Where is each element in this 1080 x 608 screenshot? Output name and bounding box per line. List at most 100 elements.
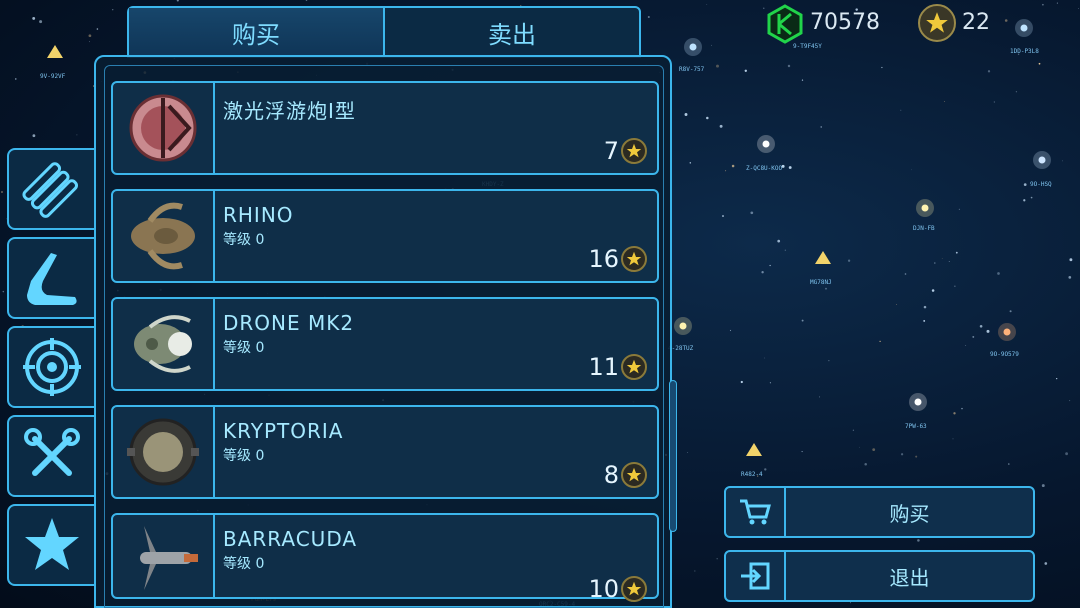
star-dot bbox=[719, 124, 723, 128]
star-dot bbox=[1056, 2, 1058, 4]
warning-icon[interactable] bbox=[815, 251, 831, 264]
exit-button[interactable]: 退出 bbox=[724, 550, 1035, 602]
star-dot bbox=[764, 468, 767, 471]
item-thumbnail bbox=[113, 83, 215, 173]
star-dot bbox=[787, 64, 791, 68]
warning-icon[interactable] bbox=[746, 443, 762, 456]
star-dot bbox=[769, 382, 771, 384]
buy-button[interactable]: 购买 bbox=[724, 486, 1035, 538]
star-dot bbox=[1062, 160, 1063, 162]
star-currency-icon bbox=[621, 246, 647, 272]
category-wings[interactable] bbox=[7, 237, 94, 319]
exit-button-label: 退出 bbox=[889, 565, 930, 590]
star-dot bbox=[931, 289, 935, 292]
warning-icon[interactable] bbox=[47, 45, 63, 58]
category-targeting[interactable] bbox=[7, 326, 94, 408]
star-dot bbox=[849, 602, 851, 604]
map-sector-label: DJN-FB bbox=[913, 225, 935, 232]
shop-item[interactable]: DRONE MK2 等级 0 11 bbox=[111, 297, 659, 391]
star-dot bbox=[934, 262, 936, 264]
map-sector-label: 9V-92VF bbox=[40, 73, 66, 80]
bright-star[interactable] bbox=[762, 140, 770, 148]
star-dot bbox=[1056, 378, 1058, 380]
exit-icon bbox=[726, 552, 786, 600]
shop-item[interactable]: KRYPTORIA 等级 0 8 bbox=[111, 405, 659, 499]
star-dot bbox=[972, 335, 975, 338]
item-thumbnail bbox=[113, 407, 215, 497]
category-weapons[interactable] bbox=[7, 148, 94, 230]
star-dot bbox=[711, 44, 712, 46]
item-price: 11 bbox=[588, 353, 647, 381]
star-dot bbox=[819, 396, 821, 398]
star-dot bbox=[716, 558, 718, 560]
item-thumbnail bbox=[113, 515, 215, 597]
item-name: RHINO bbox=[223, 203, 294, 227]
shop-item[interactable]: BARRACUDA 等级 0 10 bbox=[111, 513, 659, 603]
star-dot bbox=[788, 166, 792, 169]
shop-item[interactable]: 激光浮游炮I型 7 bbox=[111, 81, 659, 175]
star-dot bbox=[828, 360, 830, 362]
wing-icon bbox=[26, 253, 77, 305]
barracuda-ship-icon bbox=[140, 526, 198, 590]
bright-star[interactable] bbox=[1003, 328, 1011, 336]
star-currency-icon bbox=[621, 576, 647, 602]
star-dot bbox=[941, 257, 943, 259]
star-dot bbox=[694, 570, 696, 572]
star-dot bbox=[879, 340, 881, 343]
star-dot bbox=[952, 438, 954, 440]
star-dot bbox=[761, 271, 764, 274]
star-dot bbox=[722, 215, 724, 217]
bright-star[interactable] bbox=[921, 204, 929, 212]
category-favorites[interactable] bbox=[7, 504, 94, 586]
bright-star[interactable] bbox=[1038, 156, 1046, 164]
bright-star[interactable] bbox=[689, 43, 697, 51]
star-dot bbox=[689, 162, 692, 164]
tab-buy[interactable]: 购买 bbox=[129, 8, 383, 56]
star-dot bbox=[859, 446, 860, 448]
star-currency-icon bbox=[621, 354, 647, 380]
star-dot bbox=[915, 455, 918, 458]
price-value: 10 bbox=[588, 575, 619, 603]
star-dot bbox=[32, 134, 36, 138]
star-dot bbox=[769, 264, 771, 267]
map-sector-label: R482-4 bbox=[741, 471, 763, 478]
star-dot bbox=[1015, 91, 1018, 93]
star-dot bbox=[801, 79, 804, 81]
item-price: 8 bbox=[604, 461, 647, 489]
star-dot bbox=[1038, 62, 1041, 65]
star-dot bbox=[764, 357, 766, 359]
list-scrollbar[interactable] bbox=[669, 380, 677, 532]
bright-star[interactable] bbox=[1020, 24, 1028, 32]
item-level: 等级 0 bbox=[223, 232, 265, 248]
star-dot bbox=[852, 429, 855, 431]
star-dot bbox=[647, 15, 650, 19]
item-price: 7 bbox=[604, 137, 647, 165]
target-icon bbox=[22, 338, 81, 396]
bright-star[interactable] bbox=[679, 322, 687, 330]
star-dot bbox=[88, 34, 92, 38]
star-dot bbox=[954, 285, 956, 287]
star-dot bbox=[948, 261, 950, 262]
star-dot bbox=[744, 69, 747, 72]
star-currency-icon bbox=[621, 462, 647, 488]
bright-star[interactable] bbox=[914, 398, 922, 406]
rhino-ship-icon bbox=[131, 202, 195, 270]
star-dot bbox=[1068, 276, 1072, 279]
kryptoria-ship-icon bbox=[127, 418, 199, 486]
star-dot bbox=[911, 169, 912, 171]
category-tools[interactable] bbox=[7, 415, 94, 497]
item-price: 16 bbox=[588, 245, 647, 273]
star-dot bbox=[872, 448, 876, 451]
star-dot bbox=[961, 407, 963, 410]
star-dot bbox=[725, 170, 727, 172]
tab-sell[interactable]: 卖出 bbox=[383, 8, 639, 56]
star-dot bbox=[729, 329, 732, 332]
item-price: 10 bbox=[588, 575, 647, 603]
shop-item[interactable]: RHINO 等级 0 16 bbox=[111, 189, 659, 283]
star-dot bbox=[784, 249, 786, 251]
star-dot bbox=[15, 78, 17, 80]
star-dot bbox=[944, 101, 945, 102]
star-currency-icon bbox=[621, 138, 647, 164]
map-sector-label: MG78NJ bbox=[810, 279, 832, 286]
star-dot bbox=[88, 41, 91, 43]
